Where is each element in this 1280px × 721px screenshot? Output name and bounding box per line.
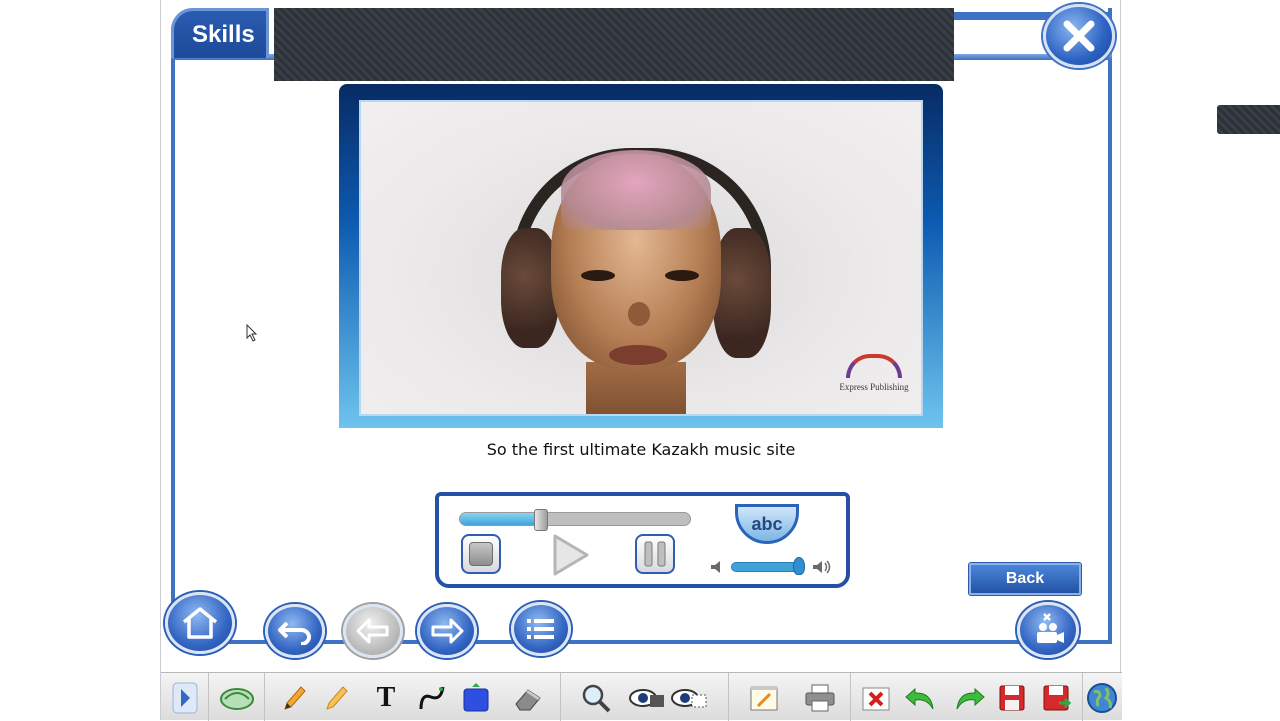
arrow-right-icon: [431, 618, 464, 644]
mouse-cursor-icon: [246, 324, 258, 342]
play-icon: [553, 534, 589, 576]
volume-control[interactable]: [709, 556, 835, 578]
video-subtitle: So the first ultimate Kazakh music site: [486, 440, 796, 459]
print-icon: [805, 684, 835, 712]
lips: [609, 345, 667, 365]
close-icon: [1063, 20, 1095, 52]
eraser-tool-button[interactable]: [511, 681, 545, 715]
stop-icon: [469, 542, 493, 566]
curve-tool-icon: [419, 686, 445, 710]
camera-close-icon: [1037, 613, 1064, 643]
text-tool-button[interactable]: T: [369, 681, 403, 715]
progress-bar[interactable]: [459, 509, 691, 531]
spotlight-tool-button[interactable]: [627, 681, 667, 715]
save-as-button[interactable]: [1039, 681, 1073, 715]
mouse-pointer-icon: [220, 688, 254, 710]
volume-low-icon: [711, 561, 720, 573]
clear-icon: [862, 687, 890, 711]
tools-toolbar: T: [161, 672, 1122, 721]
list-icon: [527, 619, 554, 639]
volume-high-icon: [813, 560, 831, 574]
pause-button[interactable]: [635, 534, 675, 574]
text-tool-icon: T: [376, 682, 396, 713]
eraser-icon: [515, 689, 541, 711]
subtitle-toggle-label: abc: [751, 513, 783, 534]
shape-tool-icon: [463, 683, 489, 712]
zoom-icon: [582, 684, 611, 713]
skills-tab: Skills: [171, 8, 269, 58]
home-button[interactable]: [165, 592, 235, 654]
volume-thumb[interactable]: [793, 557, 805, 575]
stop-button[interactable]: [461, 534, 501, 574]
menu-button[interactable]: [511, 602, 571, 656]
previous-button[interactable]: [343, 604, 403, 658]
progress-thumb[interactable]: [533, 509, 548, 531]
save-as-icon: [1043, 685, 1071, 711]
neck: [586, 362, 686, 414]
video-panel: Express Publishing: [339, 84, 943, 428]
reveal-tool-button[interactable]: [669, 681, 709, 715]
undo-icon: [905, 687, 934, 710]
back-button[interactable]: Back: [969, 563, 1081, 595]
app-window: Skills Express Publishing So the first u…: [160, 0, 1122, 721]
zoom-tool-button[interactable]: [579, 681, 613, 715]
notes-button[interactable]: [747, 681, 781, 715]
progress-fill: [460, 513, 541, 525]
redo-icon: [956, 687, 985, 710]
subtitle-toggle-button[interactable]: abc: [735, 504, 799, 544]
spotlight-icon: [629, 689, 664, 707]
home-icon: [182, 607, 218, 639]
highlighter-tool-button[interactable]: [319, 681, 353, 715]
web-button[interactable]: [1085, 681, 1119, 715]
close-button[interactable]: [1043, 4, 1115, 68]
headphone-right-cup: [713, 228, 771, 358]
play-button[interactable]: [547, 532, 593, 578]
return-arrow-icon: [278, 621, 311, 645]
undo-button[interactable]: [903, 681, 937, 715]
expand-arrow-icon: [172, 682, 198, 714]
head-highlight: [561, 150, 711, 230]
publisher-watermark: Express Publishing: [829, 354, 919, 410]
right-eye: [665, 270, 699, 281]
nose: [628, 302, 650, 326]
print-button[interactable]: [803, 681, 837, 715]
save-icon: [999, 685, 1025, 711]
clear-button[interactable]: [859, 681, 893, 715]
title-banner: [274, 8, 954, 81]
exit-video-button[interactable]: [1017, 602, 1079, 658]
globe-icon: [1087, 683, 1117, 713]
publisher-logo-icon: [846, 354, 902, 378]
publisher-name: Express Publishing: [839, 382, 909, 392]
expand-toolbar-button[interactable]: [167, 681, 203, 715]
player-controls: abc: [435, 492, 850, 588]
save-button[interactable]: [995, 681, 1029, 715]
pencil-tool-button[interactable]: [277, 681, 311, 715]
next-button[interactable]: [417, 604, 477, 658]
pause-icon: [644, 541, 666, 567]
shape-tool-button[interactable]: [459, 681, 493, 715]
redo-button[interactable]: [953, 681, 987, 715]
arrow-left-icon: [356, 618, 389, 644]
replay-button[interactable]: [265, 604, 325, 658]
notes-icon: [750, 686, 778, 711]
side-panel-tab[interactable]: [1217, 105, 1280, 134]
curve-tool-button[interactable]: [415, 681, 449, 715]
reveal-icon: [671, 689, 707, 708]
pointer-tool-button[interactable]: [215, 681, 259, 715]
highlighter-icon: [326, 686, 348, 710]
video-screen[interactable]: Express Publishing: [359, 100, 923, 416]
pencil-icon: [284, 686, 306, 710]
left-eye: [581, 270, 615, 281]
